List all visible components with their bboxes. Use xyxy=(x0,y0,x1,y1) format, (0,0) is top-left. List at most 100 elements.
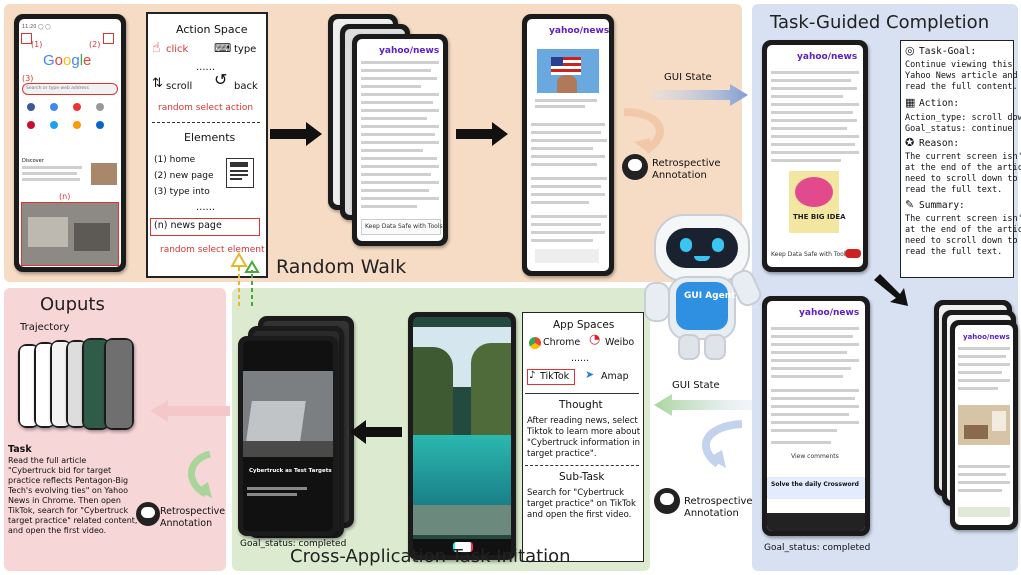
task-line: News in Chrome. Then open xyxy=(8,496,121,505)
brain-icon-bottom xyxy=(654,488,680,514)
article-screen: yahoo/news Keep Data Safe with Tools xyxy=(357,39,443,241)
task-line: practice reflects Pentagon-Big xyxy=(8,476,129,485)
thought-line: target practice". xyxy=(527,449,597,459)
news-page-element: (n) news page xyxy=(150,218,260,236)
summary-head: Summary: xyxy=(919,200,965,211)
google-screen: 11:20 ◯ ◯ (1) (2) Google (3) Search or t… xyxy=(19,19,121,267)
action-dots: ...... xyxy=(196,62,216,73)
arrow-right-1 xyxy=(270,122,322,146)
task-head: Task xyxy=(8,444,32,455)
tiktok-landscape-phone xyxy=(408,312,516,560)
summary-icon: ✎ xyxy=(905,198,915,211)
gui-agent-robot: GUI Agent xyxy=(644,214,765,360)
flag-photo xyxy=(537,49,599,93)
task-phone-top-screen: yahoo/news THE BIG IDEA Keep Data Safe w… xyxy=(767,45,863,267)
gui-state-label-bottom: GUI State xyxy=(672,380,720,391)
task-line: TikTok, search for "Cybertruck xyxy=(8,506,129,515)
retro-label-outputs-2: Annotation xyxy=(160,518,213,529)
action-grid-icon: ▦ xyxy=(905,96,916,109)
scroll-icon: ⇅ xyxy=(152,76,163,91)
robot-badge: GUI Agent xyxy=(684,291,736,301)
weibo-icon: ◔ xyxy=(589,332,601,347)
weibo-label: Weibo xyxy=(605,337,635,348)
tiktok-screen: Cybertruck as Test Targets xyxy=(243,341,333,531)
subtask-head: Sub-Task xyxy=(559,471,605,483)
task-phone-bottom: yahoo/news View comments Solve the daily… xyxy=(762,296,870,536)
new-tab-icon[interactable] xyxy=(103,33,114,44)
back-label: back xyxy=(234,81,258,92)
robot-left-arm xyxy=(644,282,670,322)
yahoo-logo: yahoo/news xyxy=(379,46,440,56)
element-type-into: (3) type into xyxy=(154,187,210,197)
news-thumbnail xyxy=(91,163,117,185)
robot-left-leg xyxy=(678,334,700,360)
retro-label-bottom-2: Annotation xyxy=(684,508,739,519)
retro-label-bottom-1: Retrospective xyxy=(684,496,753,507)
elements-heading: Elements xyxy=(184,131,236,144)
tiktok-phone: Cybertruck as Test Targets xyxy=(238,336,338,536)
task-line: "Cybertruck bid for target xyxy=(8,466,112,475)
reason-icon: ✪ xyxy=(905,136,915,149)
task-line: and open the first video. xyxy=(8,526,107,535)
article-phone: yahoo/news xyxy=(522,14,614,276)
task-goal-head: Task-Goal: xyxy=(919,46,977,57)
thought-head: Thought xyxy=(559,399,603,411)
chrome-label: Chrome xyxy=(543,337,581,348)
task-line: Read the full article xyxy=(8,456,87,465)
task-line: Tech's evolving ties" on Yahoo xyxy=(8,486,128,495)
stack-phone-r3: yahoo/news xyxy=(950,320,1018,530)
callout-1: (1) xyxy=(31,40,43,49)
tiktok-icon: ♪ xyxy=(529,370,536,381)
tiktok-option: ♪ TikTok xyxy=(527,369,575,385)
trajectory-strip xyxy=(18,338,144,432)
retro-label-top-2: Annotation xyxy=(652,170,707,181)
arrow-left-1 xyxy=(350,420,402,444)
app-dots: ...... xyxy=(571,353,590,364)
ad-text: Keep Data Safe with Tools xyxy=(771,251,849,258)
back-icon: ↺ xyxy=(214,70,228,89)
amap-label: Amap xyxy=(601,371,629,382)
google-phone: 11:20 ◯ ◯ (1) (2) Google (3) Search or t… xyxy=(14,14,126,272)
subtask-line: and open the first video. xyxy=(527,510,632,520)
news-card[interactable] xyxy=(21,202,119,266)
reason-line: read the full text. xyxy=(905,185,1003,195)
tiktok-label: TikTok xyxy=(540,371,570,382)
target-icon: ◎ xyxy=(905,44,915,57)
click-icon: ☝ xyxy=(152,40,161,56)
open-button[interactable] xyxy=(845,249,861,258)
summary-line: read the full text. xyxy=(905,247,1003,257)
divider-2 xyxy=(525,465,639,466)
dashed-up-arrows xyxy=(230,252,260,306)
keyboard-icon: ⌨ xyxy=(214,41,232,55)
goal-completed-right: Goal_status: completed xyxy=(764,543,871,553)
search-input[interactable]: Search or type web address xyxy=(22,83,118,95)
random-walk-title: Random Walk xyxy=(276,256,407,278)
divider-1 xyxy=(525,393,639,394)
arrow-down-right xyxy=(874,274,908,306)
random-select-action: random select action xyxy=(158,103,254,113)
crossword-banner[interactable]: Solve the daily Crossword xyxy=(767,477,865,499)
chrome-icon xyxy=(529,337,541,349)
view-comments[interactable]: View comments xyxy=(791,453,839,461)
stack-phone-front: yahoo/news Keep Data Safe with Tools xyxy=(352,34,448,246)
scroll-label: scroll xyxy=(166,81,193,92)
task-line: target practice" related content, xyxy=(8,516,138,525)
faded-left-arrow xyxy=(150,400,230,422)
room-screen: yahoo/news xyxy=(955,325,1013,525)
robot-body: GUI Agent xyxy=(668,276,736,340)
newspaper-icon xyxy=(226,158,254,188)
video-caption: Cybertruck as Test Targets xyxy=(249,468,332,474)
action-space-heading: Action Space xyxy=(176,23,248,36)
shortcut-grid xyxy=(27,103,115,143)
elements-dots: ...... xyxy=(196,202,216,213)
type-label: type xyxy=(234,44,257,55)
outputs-title: Ouputs xyxy=(40,294,105,315)
amap-icon: ➤ xyxy=(585,368,595,381)
brain-icon-outputs xyxy=(136,502,160,526)
action-head: Action: xyxy=(919,98,960,109)
task-guided-title: Task-Guided Completion xyxy=(770,12,990,33)
app-spaces-box: App Spaces Chrome ◔ Weibo ...... ♪ TikTo… xyxy=(522,312,644,562)
big-idea-ad: THE BIG IDEA xyxy=(789,171,846,233)
goal-status: Goal_status: continue xyxy=(905,124,1013,134)
ad-strip xyxy=(535,249,599,263)
